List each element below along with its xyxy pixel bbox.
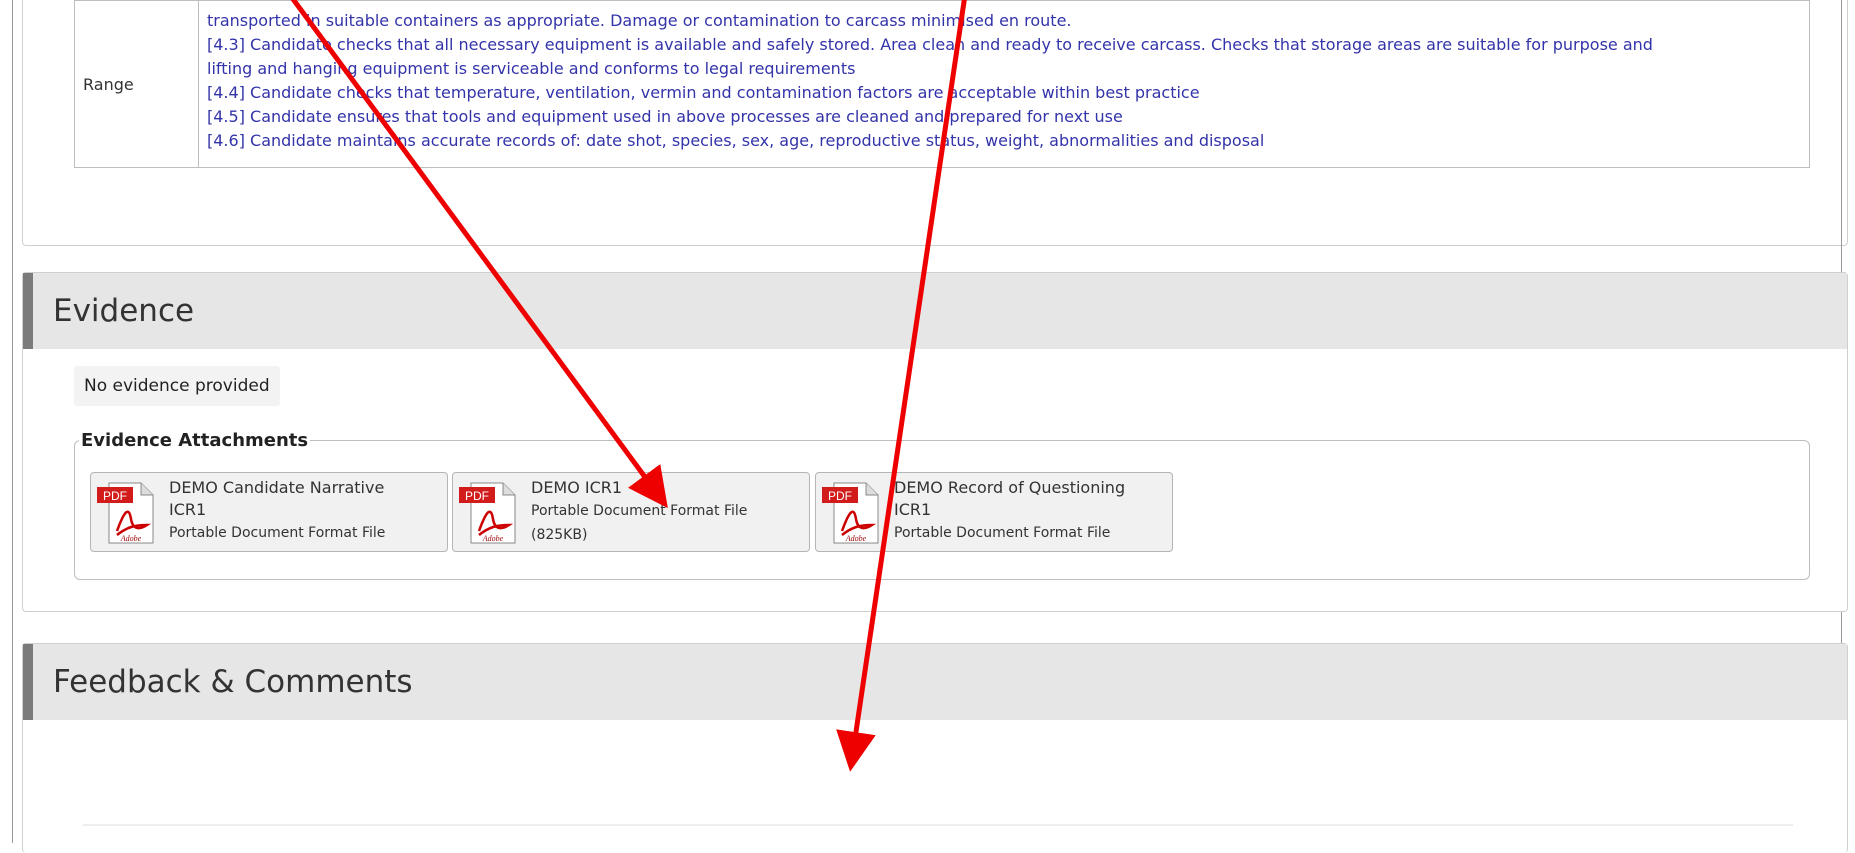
attachment-size: (825KB) (531, 527, 588, 543)
pdf-icon: PDF Adobe (459, 482, 516, 544)
attachment-name-cont[interactable]: ICR1 (894, 499, 1125, 521)
pdf-icon: PDF Adobe (97, 482, 154, 544)
svg-text:PDF: PDF (828, 489, 852, 503)
attachment-type: Portable Document Format File (169, 525, 386, 541)
range-line: lifting and hanging equipment is service… (207, 59, 856, 78)
svg-text:PDF: PDF (465, 489, 489, 503)
svg-text:Adobe: Adobe (482, 534, 504, 543)
attachment-card[interactable]: PDF Adobe DEMO Candidate Narrative ICR1 … (90, 472, 448, 552)
range-label: Range (74, 0, 199, 168)
evidence-header: Evidence (23, 273, 1847, 349)
divider (83, 824, 1793, 826)
attachment-card[interactable]: PDF Adobe DEMO ICR1 Portable Document Fo… (452, 472, 810, 552)
range-line: [4.5] Candidate ensures that tools and e… (207, 107, 1123, 126)
attachment-card[interactable]: PDF Adobe DEMO Record of Questioning ICR… (815, 472, 1173, 552)
pdf-icon: PDF Adobe (822, 482, 879, 544)
attachment-name[interactable]: DEMO Candidate Narrative (169, 477, 385, 499)
range-line: [4.4] Candidate checks that temperature,… (207, 83, 1200, 102)
attachment-type: Portable Document Format File (894, 525, 1111, 541)
range-line: [4.6] Candidate maintains accurate recor… (207, 131, 1265, 150)
attachment-name[interactable]: DEMO ICR1 (531, 477, 747, 499)
range-criteria: transported in suitable containers as ap… (198, 0, 1810, 168)
range-table: Range transported in suitable containers… (74, 0, 1810, 168)
svg-text:Adobe: Adobe (845, 534, 867, 543)
range-line: transported in suitable containers as ap… (207, 11, 1072, 30)
svg-text:Adobe: Adobe (120, 534, 142, 543)
range-line: [4.3] Candidate checks that all necessar… (207, 35, 1653, 54)
feedback-panel: Feedback & Comments (22, 643, 1848, 853)
attachment-type: Portable Document Format File (531, 503, 748, 519)
evidence-title: Evidence (53, 293, 195, 329)
feedback-title: Feedback & Comments (53, 664, 413, 700)
no-evidence-text: No evidence provided (74, 366, 280, 406)
feedback-header: Feedback & Comments (23, 644, 1847, 720)
svg-text:PDF: PDF (103, 489, 127, 503)
attachment-name-cont[interactable]: ICR1 (169, 499, 385, 521)
attachment-name[interactable]: DEMO Record of Questioning (894, 477, 1125, 499)
attachments-legend: Evidence Attachments (81, 430, 309, 451)
